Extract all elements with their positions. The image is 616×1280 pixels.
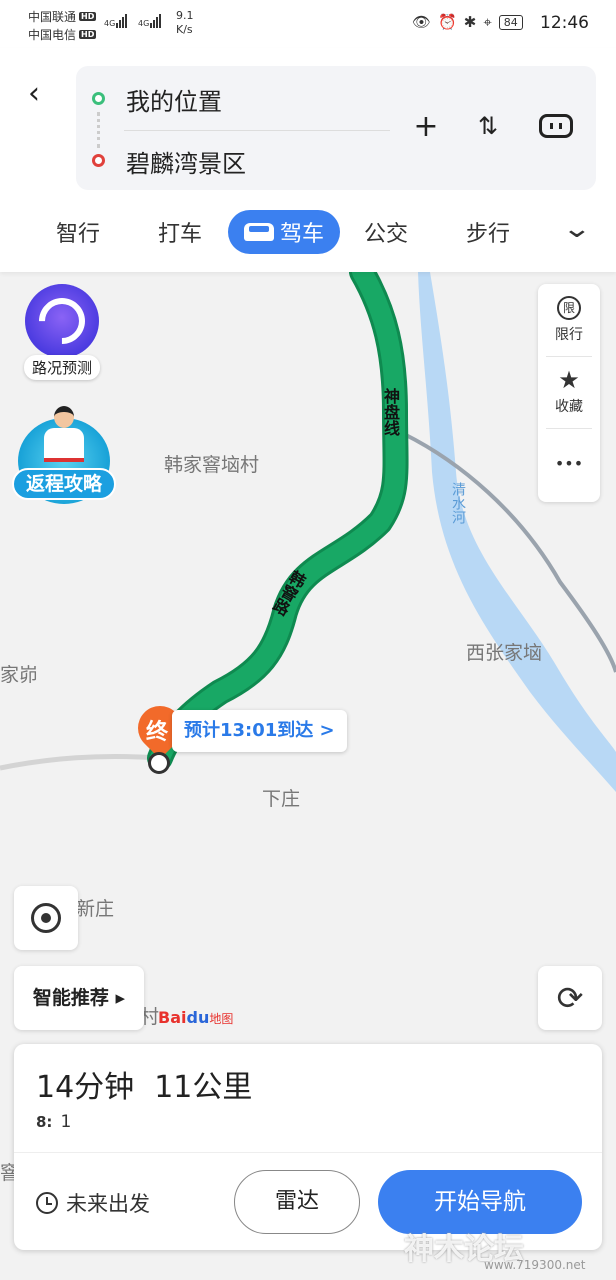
toolbar-divider (546, 428, 592, 429)
chevron-down-icon[interactable]: ⌄ (562, 214, 593, 244)
speed-unit: K/s (176, 23, 193, 36)
network-type-2: 4G (138, 19, 150, 28)
bluetooth-icon: ✱ (463, 13, 477, 31)
signal-icon-1: 4G (104, 14, 128, 28)
alarm-icon: ⏰ (438, 13, 457, 31)
battery-icon: 84 (498, 14, 523, 30)
refresh-icon[interactable]: ⟳ (538, 966, 602, 1030)
star-icon: ★ (558, 366, 580, 394)
place-label-3: 家峁 (0, 664, 39, 686)
end-dot-icon (92, 154, 105, 167)
map-side-toolbar: 限 限行 ★ 收藏 ••• (538, 284, 600, 502)
hd-badge-1: HD (79, 12, 97, 21)
chevron-left-icon[interactable]: ‹ (28, 76, 40, 111)
smart-recommend-button[interactable]: 智能推荐 ▸ (14, 966, 144, 1030)
location-icon: ⌖ (483, 13, 492, 31)
tab-bus[interactable]: 公交 (364, 216, 408, 248)
tab-smart[interactable]: 智行 (56, 216, 100, 248)
traffic-lights-count: 8: 1 (36, 1112, 71, 1132)
road-label-1: 神盘线 (381, 388, 400, 436)
end-marker-label: 终 (146, 720, 169, 745)
place-label-4: 下庄 (262, 788, 301, 810)
route-input-box: 我的位置 碧麟湾景区 + ⇅ (76, 66, 596, 190)
route-distance: 11公里 (154, 1070, 253, 1105)
favorite-label: 收藏 (555, 399, 583, 415)
tab-taxi[interactable]: 打车 (158, 216, 202, 248)
carrier-1-label: 中国联通 (28, 10, 77, 24)
origin-field[interactable]: 我的位置 (126, 82, 222, 117)
river-label: 清水河 (450, 482, 466, 524)
radar-button[interactable]: 雷达 (234, 1170, 360, 1234)
transport-tabs: 智行 打车 驾车 公交 步行 ⌄ (0, 208, 616, 258)
network-type-1: 4G (104, 19, 116, 28)
logo-text-du: du (186, 1008, 210, 1027)
card-divider (14, 1152, 602, 1153)
status-bar: 中国联通 HD 中国电信 HD 4G 4G 9.1 K/s 👁 ⏰ ✱ ⌖ 84… (0, 0, 616, 48)
future-departure-button[interactable]: 未来出发 (36, 1188, 150, 1218)
limit-button[interactable]: 限 限行 (538, 296, 600, 344)
baidu-map-logo: Baidu地图 (158, 1008, 233, 1027)
destination-point-icon (148, 752, 170, 774)
swap-icon[interactable]: ⇅ (468, 106, 508, 146)
person-icon (44, 404, 84, 464)
traffic-forecast-button[interactable]: 路况预测 (14, 284, 110, 380)
place-label-5: 新庄 (76, 898, 115, 920)
route-summary-card[interactable]: 14分钟 11公里 8: 1 未来出发 雷达 开始导航 (14, 1044, 602, 1250)
clock: 12:46 (540, 13, 589, 33)
hd-badge-2: HD (79, 30, 97, 39)
eye-icon: 👁 (412, 13, 432, 31)
toggle-icon[interactable] (536, 106, 576, 146)
route-line (150, 272, 406, 768)
start-dot-icon (92, 92, 105, 105)
speed-value: 9.1 (176, 9, 194, 22)
traffic-light-icon: 8: (36, 1113, 53, 1131)
car-icon (243, 223, 274, 241)
route-summary: 14分钟 11公里 (36, 1062, 272, 1106)
traffic-forecast-label: 路况预测 (23, 355, 100, 380)
return-strategy-label: 返程攻略 (12, 468, 116, 500)
place-label-1: 韩家窨垴村 (164, 454, 260, 476)
tab-drive[interactable]: 驾车 (228, 210, 340, 254)
tab-drive-label: 驾车 (279, 222, 324, 247)
eta-bubble[interactable]: 预计13:01到达 > (172, 710, 347, 752)
route-connector (97, 112, 100, 148)
limit-icon: 限 (557, 296, 581, 320)
carrier-1: 中国联通 HD (28, 8, 97, 25)
plus-icon[interactable]: + (406, 106, 446, 146)
future-departure-label: 未来出发 (66, 1192, 150, 1216)
signal-icon-2: 4G (138, 14, 162, 28)
place-label-2: 西张家垴 (466, 642, 543, 664)
favorite-button[interactable]: ★ 收藏 (538, 368, 600, 416)
clock-icon (36, 1192, 58, 1214)
side-road-2 (0, 753, 161, 771)
system-icons: 👁 ⏰ ✱ ⌖ 84 (412, 13, 523, 31)
locate-button[interactable] (14, 886, 78, 950)
carrier-2: 中国电信 HD (28, 26, 97, 43)
crosshair-icon (31, 903, 61, 933)
route-header: ‹ 我的位置 碧麟湾景区 + ⇅ 智行 打车 驾车 公交 步行 ⌄ (0, 48, 616, 272)
route-outline (147, 272, 409, 771)
watermark-url: www.719300.net (484, 1258, 586, 1272)
network-speed: 9.1 K/s (176, 9, 194, 37)
speedometer-icon (25, 284, 99, 358)
logo-text-bai: Bai (158, 1008, 187, 1027)
logo-text-map: 地图 (209, 1012, 234, 1026)
carrier-2-label: 中国电信 (28, 28, 77, 42)
return-strategy-button[interactable]: 返程攻略 (12, 404, 116, 504)
route-duration: 14分钟 (36, 1070, 135, 1105)
limit-label: 限行 (555, 327, 583, 343)
tab-walk[interactable]: 步行 (466, 216, 510, 248)
destination-field[interactable]: 碧麟湾景区 (126, 144, 246, 179)
toolbar-divider (546, 356, 592, 357)
traffic-lights-value: 1 (60, 1112, 72, 1132)
more-options-button[interactable]: ••• (538, 454, 600, 473)
field-divider (124, 130, 390, 131)
